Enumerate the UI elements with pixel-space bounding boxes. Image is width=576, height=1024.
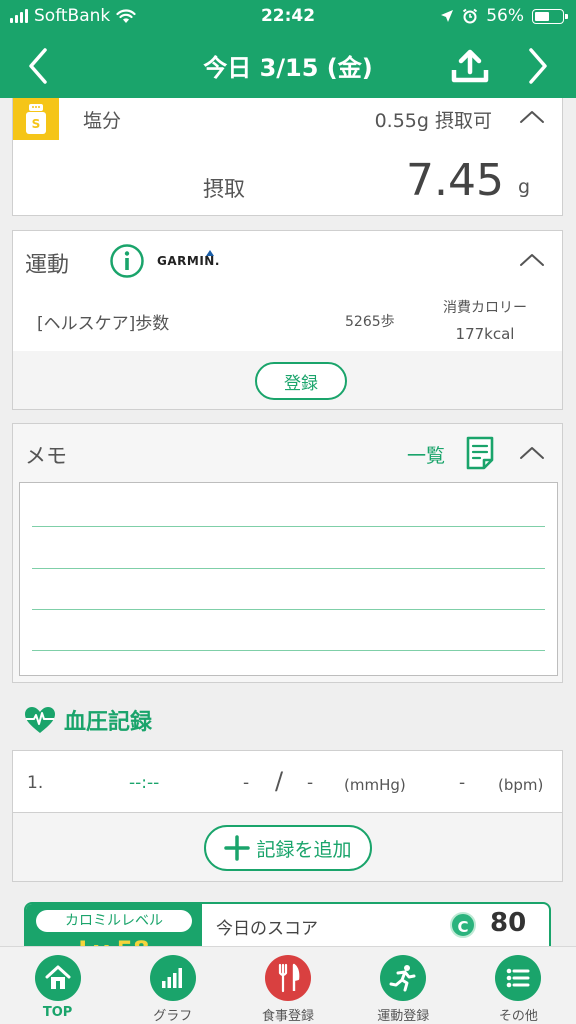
- tab-label: 運動登録: [377, 1009, 430, 1024]
- next-day-button[interactable]: [514, 42, 562, 90]
- bp-row-index: 1.: [27, 773, 44, 793]
- calorie-burn-value: 177kcal: [455, 325, 515, 343]
- score-label: 今日のスコア: [216, 919, 318, 939]
- nav-bar: 今日 3/15 (金): [0, 34, 576, 96]
- chevron-up-icon[interactable]: [518, 251, 546, 269]
- home-icon: [34, 955, 81, 1001]
- tab-meal[interactable]: 食事登録: [230, 947, 345, 1024]
- share-button[interactable]: [446, 42, 494, 90]
- bp-systolic[interactable]: -: [243, 773, 249, 793]
- tab-graph[interactable]: グラフ: [115, 947, 230, 1024]
- intake-unit: g: [517, 176, 530, 198]
- tab-label: グラフ: [153, 1009, 193, 1024]
- bp-slash: /: [275, 767, 284, 795]
- battery-percent: 56%: [486, 6, 524, 26]
- location-icon: [441, 10, 454, 22]
- info-icon[interactable]: [109, 243, 145, 279]
- tab-other[interactable]: その他: [461, 947, 576, 1024]
- bp-card: 1. --:-- - / - (mmHg) - (bpm) 記録を追加: [12, 750, 563, 882]
- list-icon: [495, 955, 542, 1001]
- alarm-icon: [463, 8, 478, 24]
- chart-icon: [149, 955, 196, 1001]
- memo-list-link[interactable]: 一覧: [407, 441, 445, 468]
- bp-diastolic[interactable]: -: [307, 773, 313, 793]
- bp-heading-label: 血圧記録: [64, 710, 153, 735]
- salt-allowance: 0.55g 摂取可: [374, 110, 492, 132]
- exercise-card: 運動 GARMIN. [ヘルスケア]歩数 5265歩 消費カロリー 177kca…: [12, 230, 563, 410]
- garmin-logo: GARMIN.: [157, 254, 220, 268]
- tab-label: 食事登録: [262, 1009, 315, 1024]
- bp-heading: 血圧記録: [24, 704, 152, 736]
- exercise-title: 運動: [25, 253, 70, 278]
- status-bar: SoftBank 22:42 56%: [0, 0, 576, 32]
- coin-icon: C: [450, 912, 476, 938]
- document-icon[interactable]: [465, 436, 495, 470]
- chevron-up-icon[interactable]: [518, 108, 546, 126]
- steps-value: 5265歩: [345, 314, 395, 330]
- bottom-tab-bar: TOP グラフ 食事登録 運動登録 その他: [0, 946, 576, 1024]
- exercise-card-body: 運動 GARMIN. [ヘルスケア]歩数 5265歩 消費カロリー 177kca…: [13, 231, 562, 351]
- bp-pulse-unit: (bpm): [498, 776, 544, 794]
- memo-textarea[interactable]: [19, 482, 558, 676]
- svg-text:S: S: [32, 117, 41, 131]
- bp-pressure-unit: (mmHg): [344, 776, 406, 794]
- chevron-right-icon: [529, 48, 547, 84]
- tab-label: その他: [498, 1009, 538, 1024]
- intake-value: 7.45: [406, 155, 504, 206]
- runner-icon: [380, 955, 427, 1001]
- tab-top[interactable]: TOP: [0, 947, 115, 1024]
- salt-card: S 塩分 0.55g 摂取可 摂取 7.45 g: [12, 98, 563, 216]
- add-record-button[interactable]: 記録を追加: [204, 825, 372, 871]
- add-record-label: 記録を追加: [256, 838, 352, 861]
- tab-label: TOP: [42, 1005, 73, 1020]
- heart-pulse-icon: [25, 707, 55, 733]
- memo-card: メモ 一覧: [12, 423, 563, 683]
- register-exercise-button[interactable]: 登録: [255, 362, 347, 400]
- memo-rule-line: [32, 609, 545, 610]
- salt-label: 塩分: [83, 110, 122, 132]
- plus-icon: [224, 835, 251, 861]
- level-label: カロミルレベル: [36, 910, 192, 932]
- memo-rule-line: [32, 568, 545, 569]
- garmin-triangle-icon: [206, 250, 214, 256]
- app-header: SoftBank 22:42 56% 今日 3/15 (金): [0, 0, 576, 98]
- score-value: 80: [490, 908, 527, 938]
- fork-knife-icon: [265, 955, 311, 1001]
- memo-rule-line: [32, 650, 545, 651]
- chevron-up-icon[interactable]: [518, 444, 546, 462]
- intake-label: 摂取: [203, 177, 245, 201]
- bp-pulse[interactable]: -: [459, 773, 465, 793]
- salt-shaker-icon: S: [13, 98, 59, 140]
- calorie-burn-label: 消費カロリー: [443, 300, 527, 316]
- bp-time[interactable]: --:--: [129, 773, 159, 793]
- bp-record-row[interactable]: 1. --:-- - / - (mmHg) - (bpm): [13, 751, 562, 813]
- tab-exercise[interactable]: 運動登録: [346, 947, 461, 1024]
- status-right: 56%: [440, 6, 568, 26]
- battery-icon: [532, 8, 568, 24]
- upload-icon: [451, 49, 489, 83]
- steps-label: [ヘルスケア]歩数: [37, 314, 170, 334]
- memo-rule-line: [32, 526, 545, 527]
- memo-title: メモ: [25, 444, 67, 468]
